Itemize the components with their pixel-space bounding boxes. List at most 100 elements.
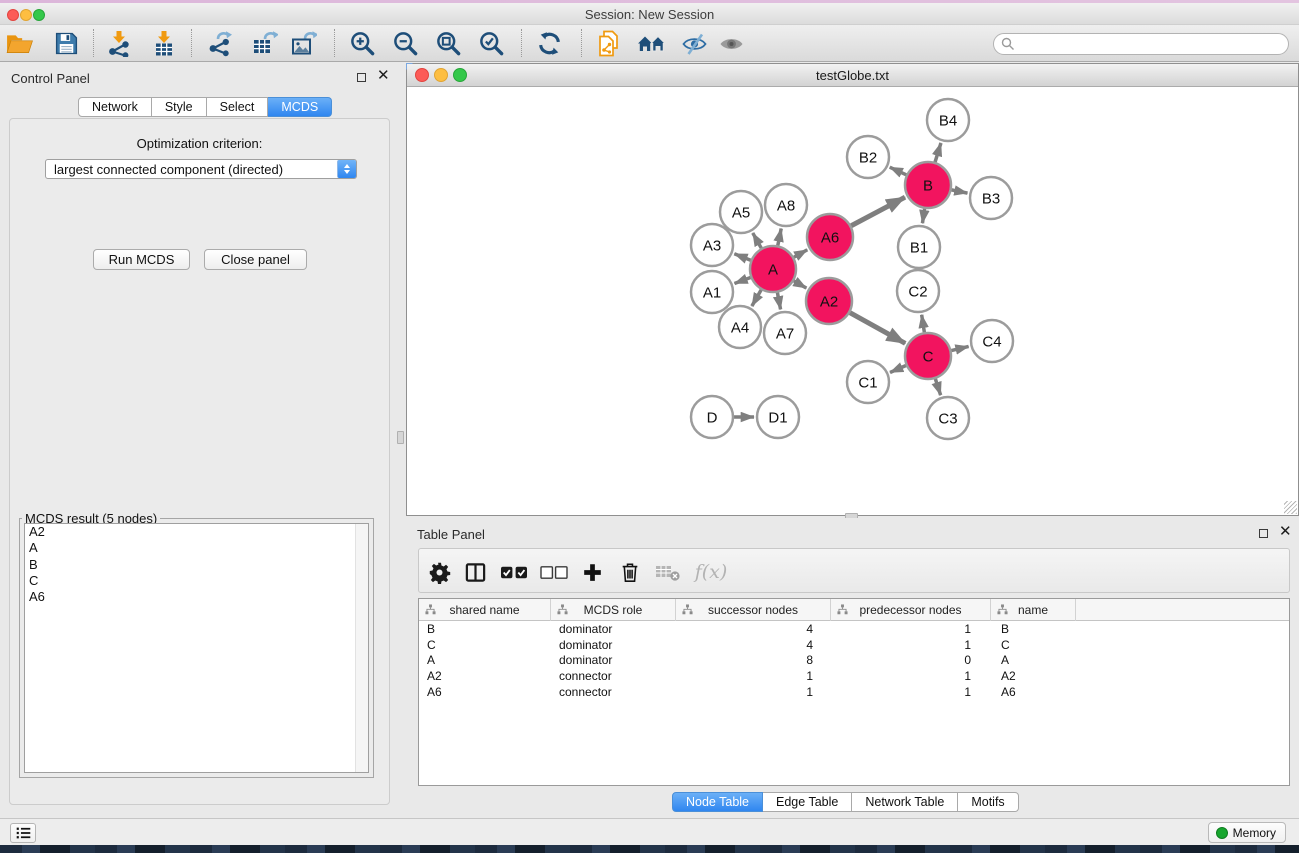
save-session-button[interactable] bbox=[50, 28, 82, 59]
zoom-fit-button[interactable] bbox=[432, 28, 464, 59]
result-item[interactable]: A6 bbox=[25, 589, 368, 605]
memory-button[interactable]: Memory bbox=[1208, 822, 1286, 843]
close-panel-icon[interactable]: ✕ bbox=[377, 68, 390, 84]
tab-style[interactable]: Style bbox=[152, 97, 207, 117]
float-panel-icon[interactable] bbox=[357, 73, 366, 82]
export-image-button[interactable] bbox=[287, 28, 319, 59]
trash-icon bbox=[619, 561, 641, 584]
column-header[interactable]: shared name bbox=[419, 599, 551, 621]
delete-table-button[interactable] bbox=[653, 557, 683, 587]
graph-edge bbox=[922, 209, 924, 223]
float-table-panel-icon[interactable] bbox=[1259, 529, 1268, 538]
tab-select[interactable]: Select bbox=[207, 97, 269, 117]
table-cell: 8 bbox=[676, 653, 831, 667]
close-panel-button[interactable]: Close panel bbox=[204, 249, 307, 270]
column-header[interactable]: successor nodes bbox=[676, 599, 831, 621]
import-table-button[interactable] bbox=[148, 28, 180, 59]
table-row[interactable]: A2connector11A2 bbox=[419, 668, 1289, 684]
tab-network[interactable]: Network bbox=[78, 97, 152, 117]
result-item[interactable]: A2 bbox=[25, 524, 368, 540]
table-row[interactable]: A6connector11A6 bbox=[419, 684, 1289, 700]
delete-columns-button[interactable] bbox=[615, 557, 645, 587]
toolbar-separator bbox=[191, 29, 192, 57]
table-cell: B bbox=[419, 622, 551, 636]
table-panel-title: Table Panel bbox=[417, 527, 485, 542]
graph-edge bbox=[935, 379, 940, 395]
table-row[interactable]: Adominator80A bbox=[419, 653, 1289, 669]
table-cell: A bbox=[991, 653, 1076, 667]
open-session-button[interactable] bbox=[4, 28, 36, 59]
tab-edge-table[interactable]: Edge Table bbox=[763, 792, 852, 812]
import-network-icon bbox=[106, 30, 133, 57]
column-header-label: name bbox=[1018, 603, 1048, 617]
graph-edge bbox=[794, 250, 807, 258]
function-builder-button[interactable]: f(x) bbox=[691, 557, 731, 587]
table-settings-button[interactable] bbox=[424, 557, 454, 587]
tab-network-table[interactable]: Network Table bbox=[852, 792, 958, 812]
table-cell: A6 bbox=[991, 685, 1076, 699]
network-window-titlebar[interactable]: testGlobe.txt bbox=[407, 64, 1298, 87]
create-column-button[interactable] bbox=[577, 557, 607, 587]
import-network-button[interactable] bbox=[103, 28, 135, 59]
graph-node-label: A8 bbox=[777, 197, 795, 214]
show-columns-button[interactable] bbox=[460, 557, 490, 587]
table-cell: 4 bbox=[676, 622, 831, 636]
select-all-columns-button[interactable] bbox=[497, 557, 531, 587]
zoom-in-button[interactable] bbox=[346, 28, 378, 59]
column-grip-icon bbox=[682, 604, 693, 615]
window-resize-grip[interactable] bbox=[1284, 501, 1297, 514]
column-header-label: MCDS role bbox=[584, 603, 643, 617]
export-table-button[interactable] bbox=[248, 28, 280, 59]
list-icon bbox=[15, 826, 32, 840]
table-row[interactable]: Cdominator41C bbox=[419, 637, 1289, 653]
mcds-panel-body: Optimization criterion: largest connecte… bbox=[9, 118, 390, 805]
home-button[interactable] bbox=[636, 28, 668, 59]
table-cell: C bbox=[991, 638, 1076, 652]
tab-motifs[interactable]: Motifs bbox=[958, 792, 1018, 812]
plus-icon bbox=[582, 562, 603, 583]
graph-edge bbox=[752, 290, 761, 306]
export-network-button[interactable] bbox=[203, 28, 235, 59]
unselect-all-columns-button[interactable] bbox=[537, 557, 571, 587]
result-item[interactable]: B bbox=[25, 557, 368, 573]
refresh-button[interactable] bbox=[533, 28, 565, 59]
table-cell: dominator bbox=[551, 622, 676, 636]
home-icon bbox=[637, 32, 667, 56]
tab-mcds[interactable]: MCDS bbox=[268, 97, 332, 117]
table-toolbar: f(x) bbox=[418, 548, 1290, 593]
vertical-divider-grip[interactable] bbox=[397, 431, 404, 444]
search-field[interactable] bbox=[993, 33, 1289, 55]
result-item[interactable]: C bbox=[25, 573, 368, 589]
hide-details-button[interactable] bbox=[678, 28, 710, 59]
column-header[interactable]: predecessor nodes bbox=[831, 599, 991, 621]
run-mcds-button[interactable]: Run MCDS bbox=[93, 249, 190, 270]
search-icon bbox=[1001, 37, 1015, 51]
graph-node-label: A bbox=[768, 261, 778, 278]
result-item[interactable]: A bbox=[25, 540, 368, 556]
column-header[interactable]: name bbox=[991, 599, 1076, 621]
tab-node-table[interactable]: Node Table bbox=[672, 792, 763, 812]
zoom-selected-icon bbox=[478, 30, 505, 57]
column-header[interactable]: MCDS role bbox=[551, 599, 676, 621]
network-canvas[interactable]: B4B2BB3A8A5A6A3B1AA1C2A2A4A7C4CC1C3DD1 bbox=[407, 87, 1298, 515]
criterion-dropdown[interactable]: largest connected component (directed) bbox=[45, 159, 357, 179]
task-history-button[interactable] bbox=[10, 823, 36, 843]
graph-edge bbox=[922, 315, 925, 333]
table-cell: B bbox=[991, 622, 1076, 636]
search-input[interactable] bbox=[1015, 35, 1288, 53]
show-details-button[interactable] bbox=[715, 28, 747, 59]
zoom-fit-icon bbox=[435, 30, 462, 57]
zoom-out-button[interactable] bbox=[389, 28, 421, 59]
graph-edge bbox=[778, 229, 781, 246]
result-scrollbar[interactable] bbox=[355, 524, 368, 772]
table-cell: 1 bbox=[831, 638, 991, 652]
zoom-selected-button[interactable] bbox=[475, 28, 507, 59]
graph-node-label: B2 bbox=[859, 149, 877, 166]
close-table-panel-icon[interactable]: ✕ bbox=[1279, 524, 1292, 540]
network-file-button[interactable] bbox=[593, 28, 625, 59]
mcds-result-group: MCDS result (5 nodes) A2ABCA6 bbox=[19, 518, 374, 778]
table-cell: C bbox=[419, 638, 551, 652]
graph-node-label: A7 bbox=[776, 325, 794, 342]
graph-node-label: B bbox=[923, 177, 933, 194]
table-row[interactable]: Bdominator41B bbox=[419, 621, 1289, 637]
